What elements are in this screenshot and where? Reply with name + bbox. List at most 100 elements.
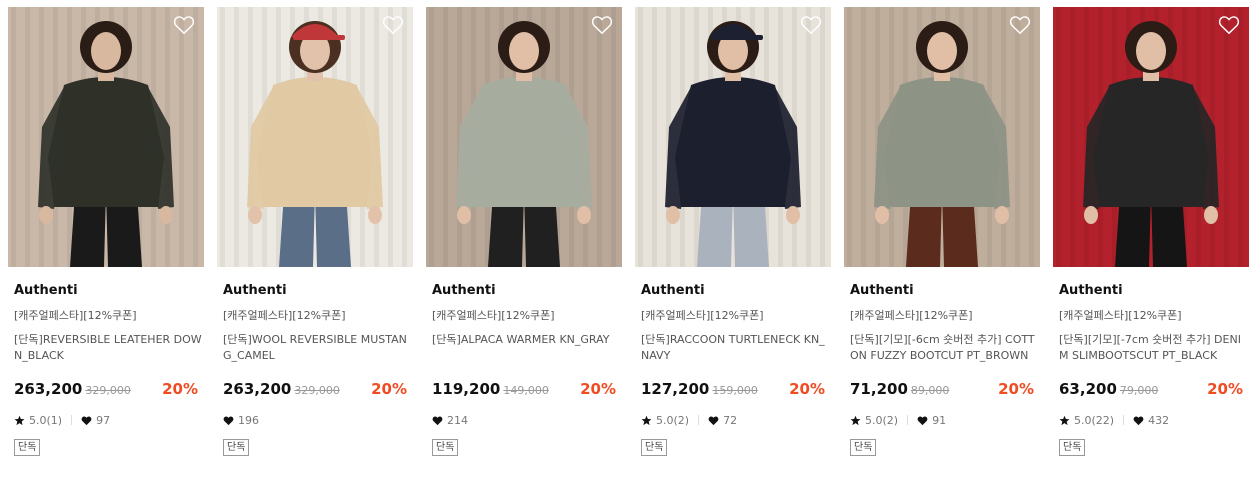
sale-price: 63,200 xyxy=(1059,380,1117,398)
likes-group: 432 xyxy=(1133,414,1169,427)
likes-group: 97 xyxy=(81,414,110,427)
wishlist-heart-icon[interactable] xyxy=(1218,15,1240,35)
heart-filled-icon xyxy=(223,415,238,426)
product-photo xyxy=(844,7,1040,267)
product-card[interactable]: Authenti [캐주얼페스타][12%쿠폰] [단독]WOOL REVERSIB… xyxy=(217,7,413,456)
product-info: Authenti [캐주얼페스타][12%쿠폰] [단독][기모][-7cm 숏버전… xyxy=(1053,283,1249,456)
exclusive-badge: 단독 xyxy=(432,439,459,456)
product-name[interactable]: [단독][기모][-6cm 숏버전 추가] COTTON FUZZY BOOTC… xyxy=(850,332,1038,364)
product-grid: Authenti [캐주얼페스타][12%쿠폰] [단독]REVERSIBLE LE… xyxy=(0,0,1259,485)
sale-price: 119,200 xyxy=(432,380,501,398)
rating-group: 5.0(1) xyxy=(14,414,62,427)
product-name[interactable]: [단독][기모][-7cm 숏버전 추가] DENIM SLIMBOOTSCUT… xyxy=(1059,332,1247,364)
price-row: 71,200 89,000 20% xyxy=(850,379,1036,399)
wishlist-heart-icon[interactable] xyxy=(173,15,195,35)
rating-group: 5.0(2) xyxy=(641,414,689,427)
wishlist-heart-icon[interactable] xyxy=(591,15,613,35)
sale-price: 263,200 xyxy=(223,380,292,398)
heart-filled-icon xyxy=(708,415,723,426)
exclusive-badge: 단독 xyxy=(850,439,877,456)
rating-text: 5.0(2) xyxy=(656,413,690,427)
likes-group: 214 xyxy=(432,414,468,427)
product-name[interactable]: [단독]RACCOON TURTLENECK KN_NAVY xyxy=(641,332,829,364)
brand-name[interactable]: Authenti xyxy=(1059,283,1245,299)
discount-rate: 20% xyxy=(998,380,1034,398)
star-icon xyxy=(641,415,656,426)
review-meta: 196 xyxy=(223,413,409,427)
likes-count: 432 xyxy=(1148,413,1170,427)
rating-group: 5.0(2) xyxy=(850,414,898,427)
exclusive-badge: 단독 xyxy=(14,439,41,456)
exclusive-badge: 단독 xyxy=(223,439,250,456)
discount-rate: 20% xyxy=(371,380,407,398)
discount-rate: 20% xyxy=(1207,380,1243,398)
heart-filled-icon xyxy=(1133,415,1148,426)
wishlist-heart-icon[interactable] xyxy=(800,15,822,35)
likes-group: 72 xyxy=(708,414,737,427)
original-price: 79,000 xyxy=(1119,384,1159,397)
meta-divider xyxy=(71,415,73,425)
brand-name[interactable]: Authenti xyxy=(432,283,618,299)
sale-price: 127,200 xyxy=(641,380,710,398)
promo-tagline: [캐주얼페스타][12%쿠폰] xyxy=(432,309,555,322)
product-card[interactable]: Authenti [캐주얼페스타][12%쿠폰] [단독]RACCOON TURTL… xyxy=(635,7,831,456)
promo-tagline: [캐주얼페스타][12%쿠폰] xyxy=(1059,309,1182,322)
wishlist-heart-icon[interactable] xyxy=(382,15,404,35)
product-name[interactable]: [단독]WOOL REVERSIBLE MUSTANG_CAMEL xyxy=(223,332,411,364)
likes-count: 97 xyxy=(96,413,111,427)
product-thumbnail[interactable] xyxy=(844,7,1040,267)
heart-filled-icon xyxy=(432,415,447,426)
meta-divider xyxy=(698,415,700,425)
review-meta: 5.0(22) 432 xyxy=(1059,413,1245,427)
rating-group: 5.0(22) xyxy=(1059,414,1114,427)
original-price: 329,000 xyxy=(294,384,340,397)
product-photo xyxy=(217,7,413,267)
likes-count: 91 xyxy=(932,413,947,427)
original-price: 149,000 xyxy=(503,384,549,397)
product-card[interactable]: Authenti [캐주얼페스타][12%쿠폰] [단독]ALPACA WARMER… xyxy=(426,7,622,456)
product-name[interactable]: [단독]REVERSIBLE LEATEHER DOWN_BLACK xyxy=(14,332,202,364)
product-card[interactable]: Authenti [캐주얼페스타][12%쿠폰] [단독]REVERSIBLE LE… xyxy=(8,7,204,456)
review-meta: 5.0(2) 91 xyxy=(850,413,1036,427)
price-row: 263,200 329,000 20% xyxy=(223,379,409,399)
sale-price: 263,200 xyxy=(14,380,83,398)
meta-divider xyxy=(1123,415,1125,425)
product-info: Authenti [캐주얼페스타][12%쿠폰] [단독]ALPACA WARMER… xyxy=(426,283,622,456)
brand-name[interactable]: Authenti xyxy=(223,283,409,299)
product-photo xyxy=(635,7,831,267)
original-price: 329,000 xyxy=(85,384,131,397)
product-thumbnail[interactable] xyxy=(1053,7,1249,267)
product-name[interactable]: [단독]ALPACA WARMER KN_GRAY xyxy=(432,332,620,364)
promo-tagline: [캐주얼페스타][12%쿠폰] xyxy=(223,309,346,322)
product-card[interactable]: Authenti [캐주얼페스타][12%쿠폰] [단독][기모][-6cm 숏버전… xyxy=(844,7,1040,456)
promo-tagline: [캐주얼페스타][12%쿠폰] xyxy=(14,309,137,322)
rating-text: 5.0(1) xyxy=(29,413,63,427)
product-card[interactable]: Authenti [캐주얼페스타][12%쿠폰] [단독][기모][-7cm 숏버전… xyxy=(1053,7,1249,456)
brand-name[interactable]: Authenti xyxy=(850,283,1036,299)
exclusive-badge: 단독 xyxy=(641,439,668,456)
brand-name[interactable]: Authenti xyxy=(641,283,827,299)
review-meta: 5.0(2) 72 xyxy=(641,413,827,427)
rating-text: 5.0(2) xyxy=(865,413,899,427)
original-price: 89,000 xyxy=(910,384,950,397)
meta-divider xyxy=(907,415,909,425)
wishlist-heart-icon[interactable] xyxy=(1009,15,1031,35)
discount-rate: 20% xyxy=(162,380,198,398)
product-info: Authenti [캐주얼페스타][12%쿠폰] [단독]WOOL REVERSIB… xyxy=(217,283,413,456)
product-photo xyxy=(426,7,622,267)
product-thumbnail[interactable] xyxy=(426,7,622,267)
original-price: 159,000 xyxy=(712,384,758,397)
promo-tagline: [캐주얼페스타][12%쿠폰] xyxy=(850,309,973,322)
price-row: 127,200 159,000 20% xyxy=(641,379,827,399)
product-thumbnail[interactable] xyxy=(8,7,204,267)
product-photo xyxy=(1053,7,1249,267)
product-photo xyxy=(8,7,204,267)
product-thumbnail[interactable] xyxy=(635,7,831,267)
product-info: Authenti [캐주얼페스타][12%쿠폰] [단독][기모][-6cm 숏버전… xyxy=(844,283,1040,456)
brand-name[interactable]: Authenti xyxy=(14,283,200,299)
likes-count: 72 xyxy=(723,413,738,427)
likes-count: 196 xyxy=(238,413,259,427)
heart-filled-icon xyxy=(917,415,932,426)
product-thumbnail[interactable] xyxy=(217,7,413,267)
likes-group: 196 xyxy=(223,414,259,427)
